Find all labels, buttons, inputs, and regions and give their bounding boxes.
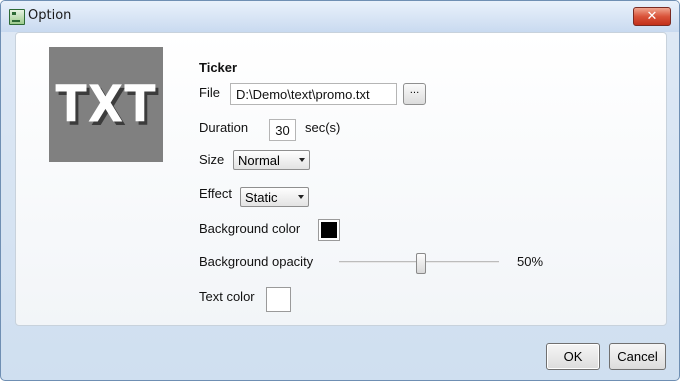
background-color-fill <box>321 222 337 238</box>
section-heading: Ticker <box>199 60 238 75</box>
effect-select-value: Static <box>245 190 278 205</box>
background-color-label: Background color <box>199 221 301 236</box>
browse-button[interactable]: ... <box>403 83 426 105</box>
text-color-fill <box>269 290 288 309</box>
background-opacity-value: 50% <box>517 254 544 269</box>
duration-input[interactable]: 30 <box>269 119 296 141</box>
size-select[interactable]: Normal <box>233 150 310 170</box>
background-opacity-slider-thumb[interactable] <box>416 253 426 274</box>
options-panel: TXT Ticker File D:\Demo\text\promo.txt .… <box>15 32 667 326</box>
text-preview-thumbnail: TXT <box>49 47 163 162</box>
size-select-value: Normal <box>238 153 280 168</box>
text-color-label: Text color <box>199 289 255 304</box>
file-path-field[interactable]: D:\Demo\text\promo.txt <box>230 83 397 105</box>
size-label: Size <box>199 152 225 167</box>
app-icon <box>9 9 25 25</box>
option-dialog: Option ✕ TXT Ticker File D:\Demo\text\pr… <box>0 0 680 381</box>
ok-button[interactable]: OK <box>546 343 600 370</box>
chevron-down-icon <box>298 195 304 199</box>
title-bar[interactable]: Option ✕ <box>1 1 679 32</box>
dialog-footer: OK Cancel <box>1 330 679 380</box>
effect-label: Effect <box>199 186 233 201</box>
chevron-down-icon <box>299 158 305 162</box>
preview-text: TXT <box>55 74 157 134</box>
duration-unit: sec(s) <box>305 120 341 135</box>
text-color-swatch[interactable] <box>266 287 291 312</box>
effect-select[interactable]: Static <box>240 187 309 207</box>
window-title: Option <box>28 8 72 23</box>
close-button[interactable]: ✕ <box>633 7 671 26</box>
background-color-swatch[interactable] <box>318 219 340 241</box>
background-opacity-label: Background opacity <box>199 254 314 269</box>
file-label: File <box>199 85 220 100</box>
cancel-button[interactable]: Cancel <box>609 343 666 370</box>
duration-label: Duration <box>199 120 249 135</box>
